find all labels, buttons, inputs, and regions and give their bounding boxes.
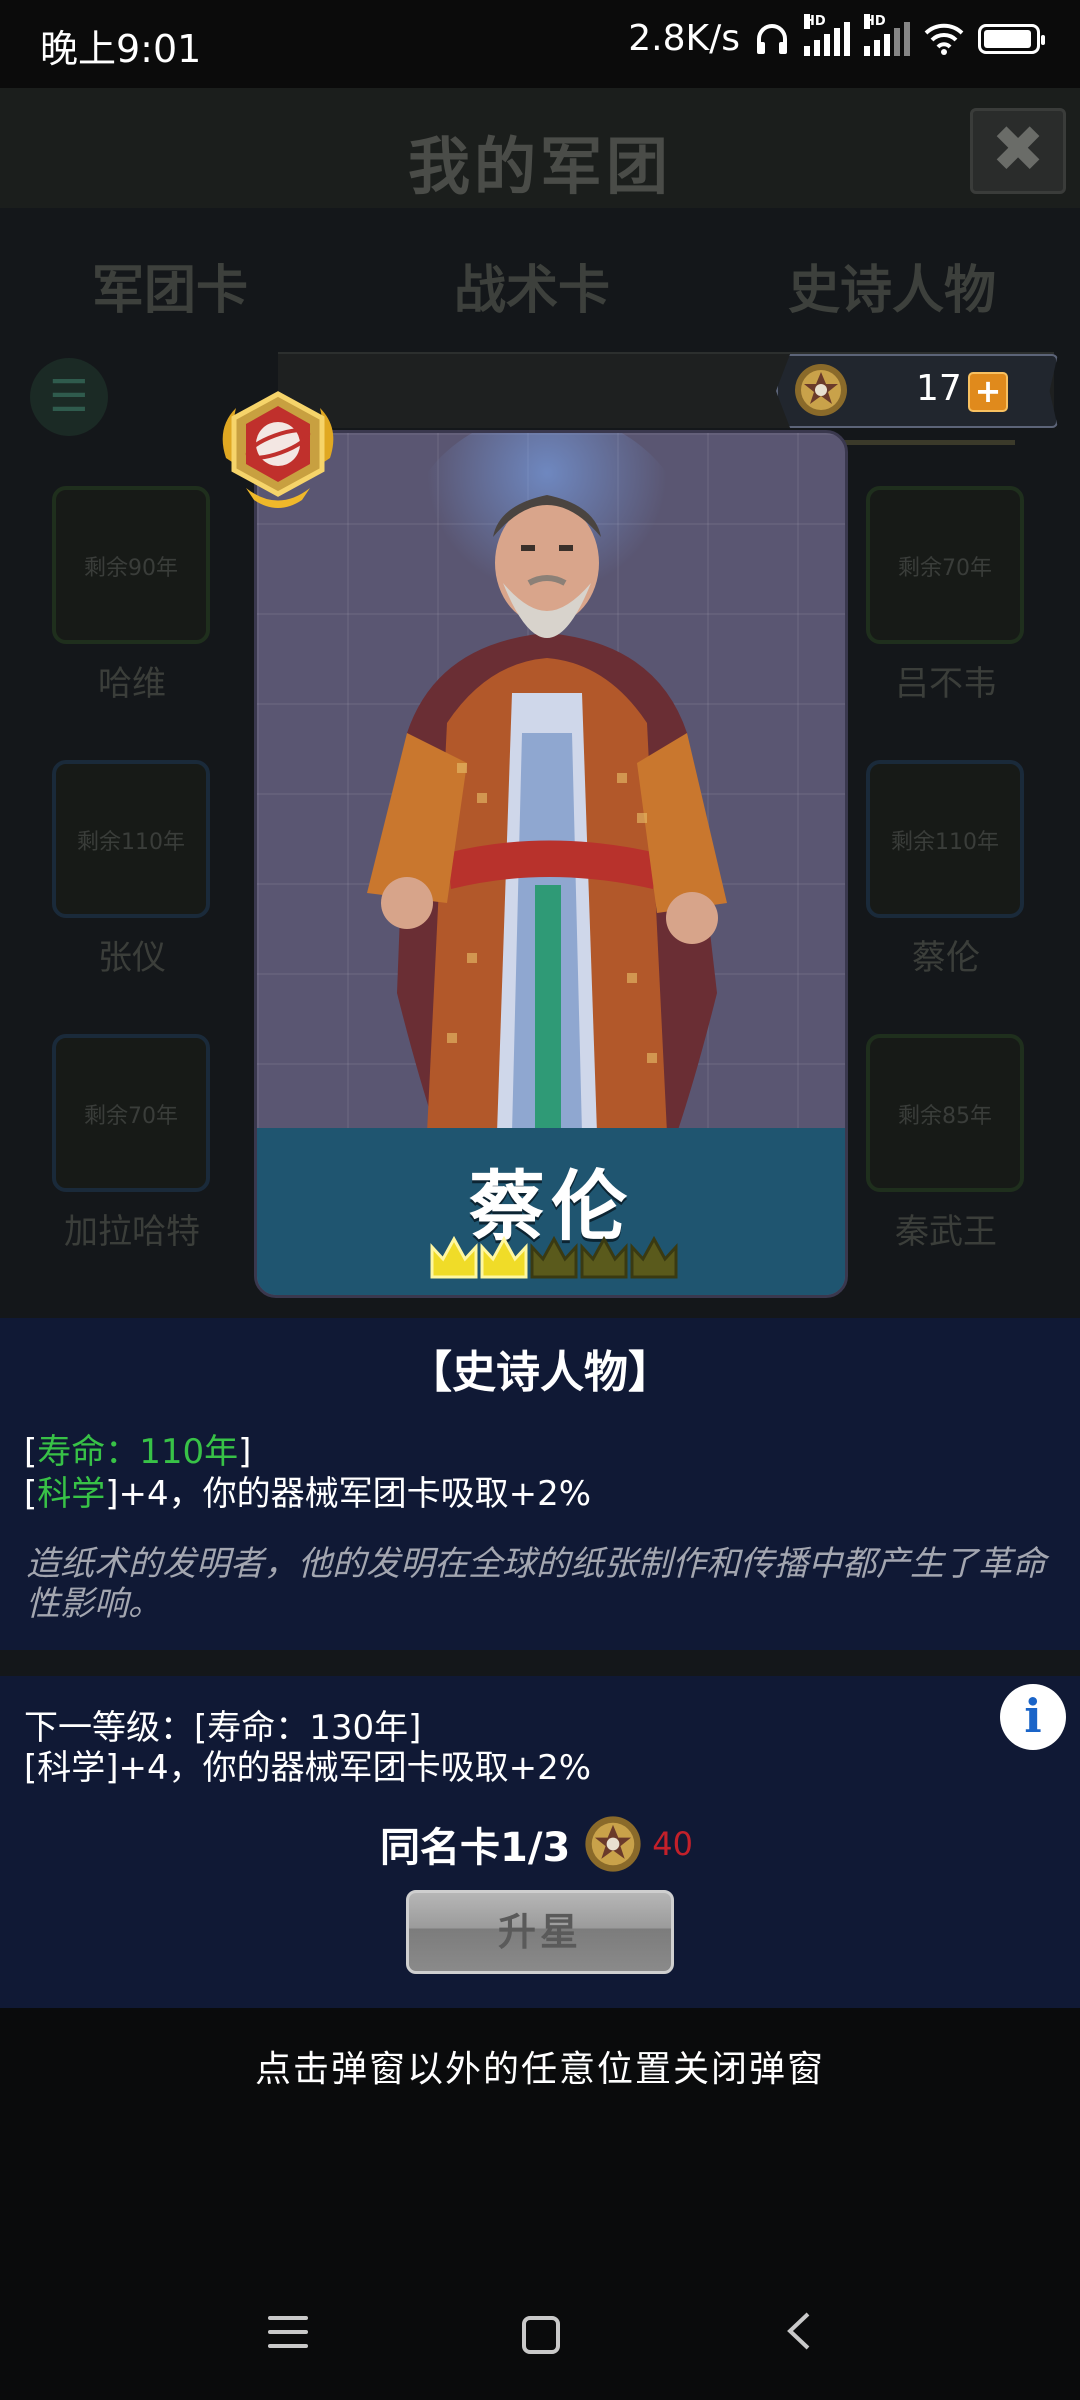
card-remaining: 剩余110年 xyxy=(77,830,185,855)
science-line: [科学]+4，你的器械军团卡吸取+2% xyxy=(24,1474,592,1514)
medal-emblem-icon xyxy=(795,364,847,416)
back-button[interactable] xyxy=(780,2308,820,2354)
status-time: 晚上9:01 xyxy=(40,27,202,71)
character-card[interactable]: 剩余110年 xyxy=(52,760,210,918)
background-header: 我的军团 ✖ xyxy=(0,88,1080,208)
star-empty-icon xyxy=(530,1235,578,1279)
battery-icon xyxy=(978,23,1045,54)
recent-apps-button[interactable] xyxy=(268,2316,308,2358)
character-card-large: 蔡伦 xyxy=(254,430,848,1298)
next-level-line2: [科学]+4，你的器械军团卡吸取+2% xyxy=(24,1748,592,1788)
card-remaining: 剩余70年 xyxy=(84,1104,178,1129)
character-card[interactable]: 剩余110年 xyxy=(866,760,1024,918)
info-icon[interactable]: i xyxy=(1000,1684,1066,1750)
tab-legion-cards[interactable]: 军团卡 xyxy=(92,248,248,323)
card-remaining: 剩余85年 xyxy=(898,1104,992,1129)
system-nav-bar xyxy=(0,2210,1080,2400)
rarity-title: 【史诗人物】 xyxy=(408,1347,672,1398)
star-filled-icon xyxy=(480,1235,528,1279)
card-remaining: 剩余70年 xyxy=(898,556,992,581)
signal-icon: HD xyxy=(804,13,850,56)
card-name: 吕不韦 xyxy=(895,664,997,704)
currency-count: 17 xyxy=(916,368,962,409)
science-label: 科学 xyxy=(37,1474,106,1514)
science-effect: ]+4，你的器械军团卡吸取+2% xyxy=(105,1474,592,1514)
character-portrait xyxy=(367,433,727,1133)
card-name: 秦武王 xyxy=(895,1212,997,1252)
card-name: 哈维 xyxy=(98,664,166,704)
tab-tactic-cards[interactable]: 战术卡 xyxy=(454,248,610,323)
character-card[interactable]: 剩余90年 xyxy=(52,486,210,644)
signal-icon-2: HD xyxy=(864,13,910,56)
star-rating xyxy=(430,1235,678,1279)
close-icon[interactable]: ✖ xyxy=(970,108,1066,194)
dismiss-hint[interactable]: 点击弹窗以外的任意位置关闭弹窗 xyxy=(0,2040,1080,2092)
star-empty-icon xyxy=(630,1235,678,1279)
home-button[interactable] xyxy=(522,2316,560,2354)
tab-epic-characters[interactable]: 史诗人物 xyxy=(788,248,996,323)
character-card[interactable]: 剩余85年 xyxy=(866,1034,1024,1192)
star-filled-icon xyxy=(430,1235,478,1279)
card-remaining: 剩余90年 xyxy=(84,556,178,581)
upgrade-cost: 40 xyxy=(652,1825,693,1863)
medal-emblem-icon xyxy=(585,1816,641,1872)
character-card[interactable]: 剩余70年 xyxy=(52,1034,210,1192)
card-name: 蔡伦 xyxy=(912,938,980,978)
page-title: 我的军团 xyxy=(407,130,672,203)
headphones-icon xyxy=(757,23,787,54)
medal-currency: 17 + xyxy=(776,354,1058,428)
add-currency-button[interactable]: + xyxy=(968,372,1008,412)
card-name: 张仪 xyxy=(98,938,166,978)
star-empty-icon xyxy=(580,1235,628,1279)
card-remaining: 剩余110年 xyxy=(891,830,999,855)
rarity-badge-icon xyxy=(222,391,334,508)
character-description: 造纸术的发明者，他的发明在全球的纸张制作和传播中都产生了革命性影响。 xyxy=(26,1544,1046,1624)
duplicate-card-counter: 同名卡1/3 40 xyxy=(380,1810,693,1878)
character-card[interactable]: 剩余70年 xyxy=(866,486,1024,644)
tab-bar: 军团卡 战术卡 史诗人物 xyxy=(0,218,1080,445)
list-menu-icon[interactable]: ☰ xyxy=(30,358,108,436)
network-speed: 2.8K/s xyxy=(628,18,740,59)
duplicate-label: 同名卡1/3 xyxy=(380,1825,571,1871)
wifi-icon xyxy=(924,23,964,55)
upgrade-star-button[interactable]: 升星 xyxy=(406,1890,674,1974)
status-bar: 晚上9:01 2.8K/s HD HD xyxy=(0,0,1080,88)
status-indicators: 2.8K/s HD HD xyxy=(628,13,1045,59)
card-name: 加拉哈特 xyxy=(64,1212,200,1252)
